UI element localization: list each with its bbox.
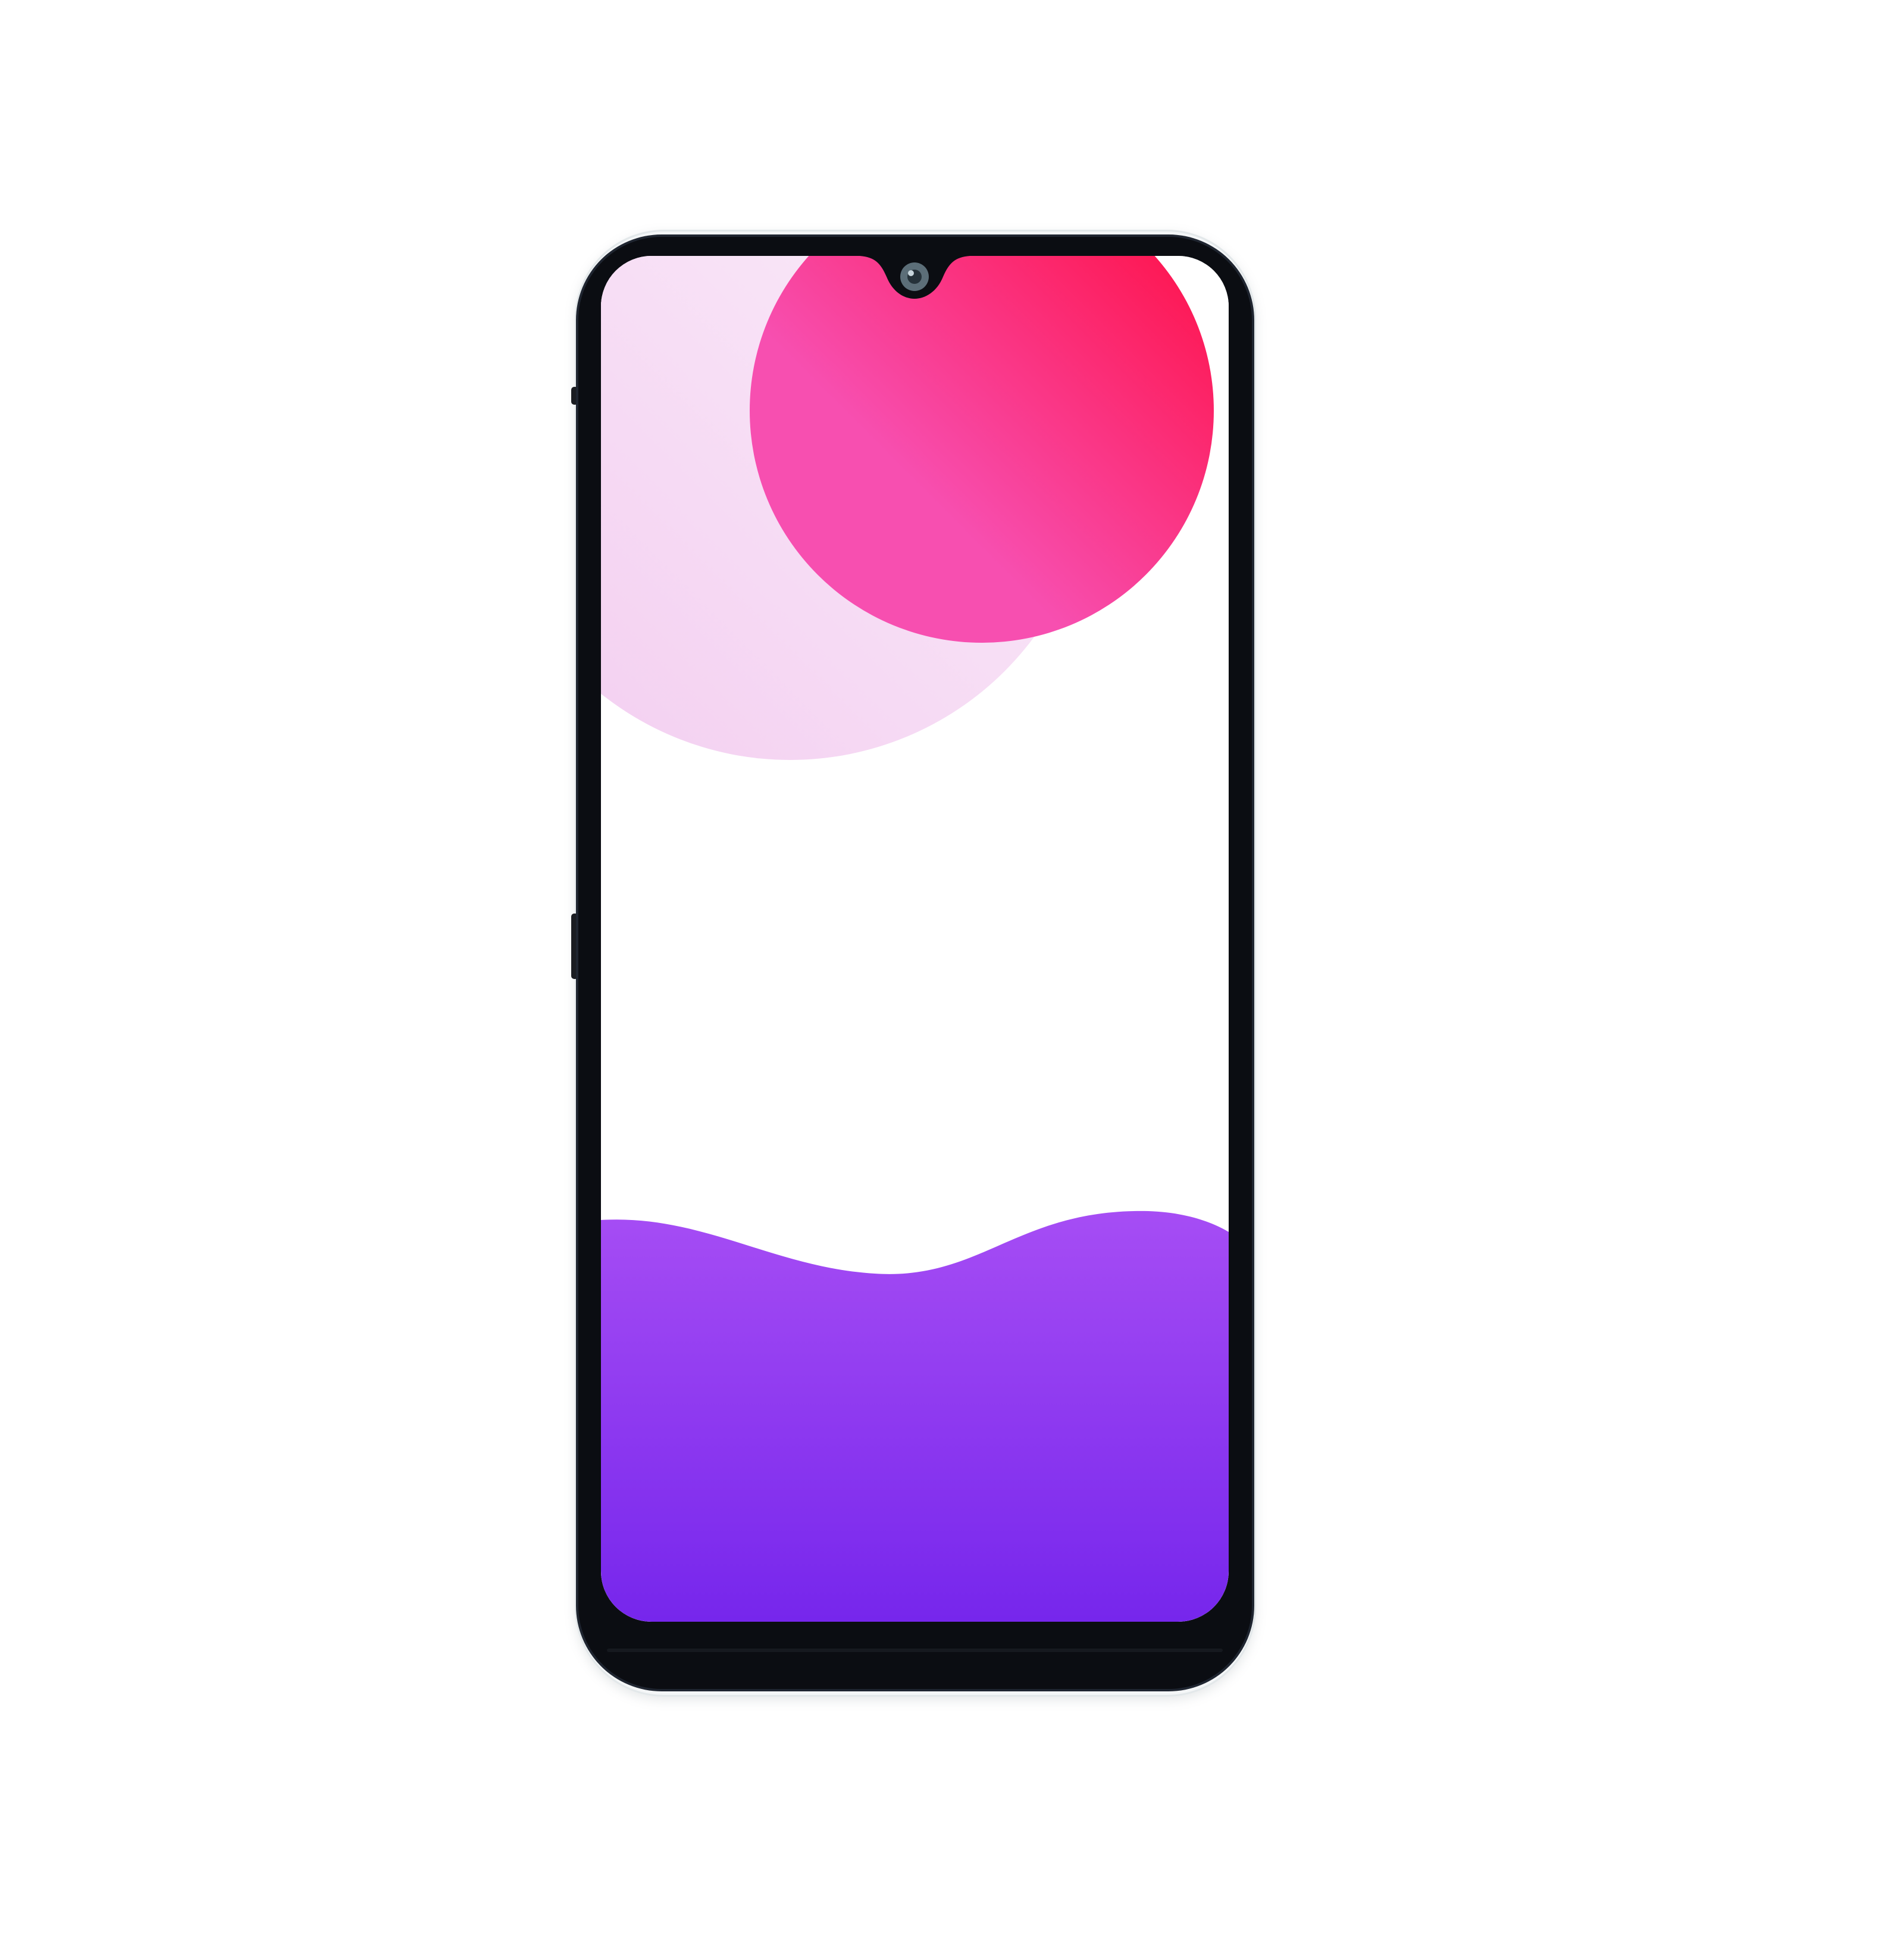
side-button-power [571, 914, 578, 979]
product-photo [0, 0, 1904, 1955]
bottom-chin-edge [607, 1649, 1223, 1652]
phone-screen [601, 256, 1229, 1622]
violet-wave [601, 1210, 1229, 1622]
front-camera-notch [860, 256, 970, 299]
wallpaper [601, 256, 1229, 1622]
side-button-top [571, 387, 578, 405]
